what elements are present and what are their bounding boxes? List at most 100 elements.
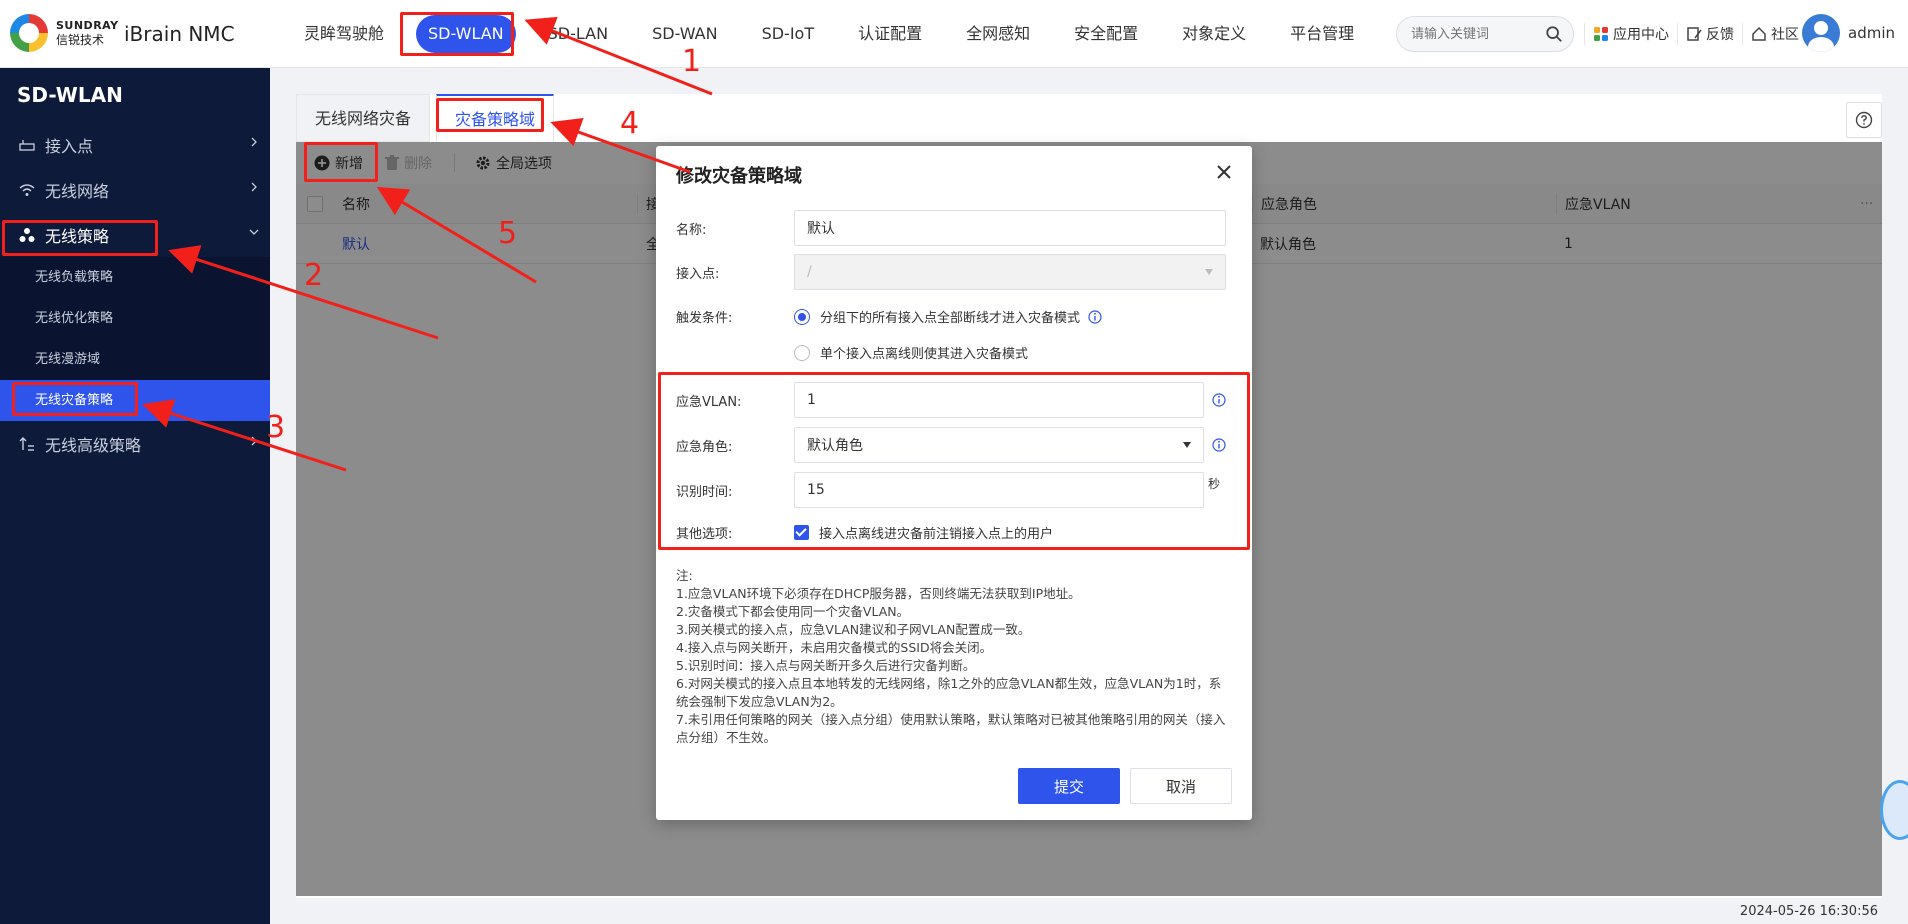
help-icon (1855, 111, 1873, 129)
advanced-icon (18, 435, 36, 453)
sidebar: SD-WLAN 接入点 无线网络 无线策略 无线负载策略 无线优化策略 无线漫游… (0, 68, 270, 924)
access-point-icon (18, 136, 36, 154)
sidebar-item-disaster-policy[interactable]: 无线灾备策略 (0, 380, 270, 421)
role-label: 应急角色: (676, 439, 733, 455)
cancel-button[interactable]: 取消 (1130, 768, 1232, 804)
time-label: 识别时间: (676, 484, 733, 500)
wifi-icon (18, 181, 36, 199)
sidebar-item-advanced-policy[interactable]: 无线高级策略 (0, 421, 270, 466)
time-unit: 秒 (1208, 476, 1221, 491)
nav-sd-wan[interactable]: SD-WAN (630, 0, 739, 68)
logo-mark-icon (10, 14, 48, 52)
user-menu[interactable]: admin (1802, 14, 1895, 52)
trigger-option-single[interactable]: 单个接入点离线则使其进入灾备模式 (794, 343, 1028, 362)
info-icon[interactable] (1088, 309, 1102, 324)
dialog-title: 修改灾备策略域 (676, 166, 802, 187)
feedback-link[interactable]: 反馈 (1677, 23, 1742, 45)
sidebar-item-roaming-domain[interactable]: 无线漫游域 (0, 339, 270, 380)
note-line: 6.对网关模式的接入点且本地转发的无线网络，除1之外的应急VLAN都生效，应急V… (676, 676, 1222, 709)
nav-auth-config[interactable]: 认证配置 (836, 0, 944, 68)
caret-down-icon (1205, 269, 1213, 275)
note-line: 3.网关模式的接入点，应急VLAN建议和子网VLAN配置成一致。 (676, 622, 1031, 637)
wireless-policy-submenu: 无线负载策略 无线优化策略 无线漫游域 无线灾备策略 (0, 257, 270, 421)
tab-bar: 无线网络灾备 灾备策略域 (296, 94, 560, 142)
nav-security-config[interactable]: 安全配置 (1052, 0, 1160, 68)
vlan-row: 应急VLAN: 1 (676, 382, 1226, 418)
brand-cn: 信锐技术 (56, 33, 105, 47)
role-row: 应急角色: 默认角色 (676, 427, 1226, 463)
chevron-right-icon (251, 137, 257, 147)
sidebar-item-optimize-policy[interactable]: 无线优化策略 (0, 298, 270, 339)
nav-platform-management[interactable]: 平台管理 (1268, 0, 1376, 68)
search-box (1396, 16, 1574, 52)
nav-sd-wlan[interactable]: SD-WLAN (406, 0, 526, 68)
top-header: SUNDRAY 信锐技术 iBrain NMC 灵眸驾驶舱 SD-WLAN SD… (0, 0, 1908, 68)
note-line: 7.未引用任何策略的网关（接入点分组）使用默认策略，默认策略对已被其他策略引用的… (676, 712, 1226, 745)
note-line: 1.应急VLAN环境下必须存在DHCP服务器，否则终端无法获取到IP地址。 (676, 586, 1081, 601)
sidebar-item-wireless-network[interactable]: 无线网络 (0, 167, 270, 212)
note-line: 2.灾备模式下都会使用同一个灾备VLAN。 (676, 604, 910, 619)
radio-all-offline[interactable] (794, 308, 810, 325)
ap-label: 接入点: (676, 266, 720, 282)
edit-disaster-domain-dialog: 修改灾备策略域 名称: 默认 接入点: / 触发条件: 分组下的所有接入点全部断… (656, 146, 1252, 820)
nav-object-definition[interactable]: 对象定义 (1160, 0, 1268, 68)
home-icon (1752, 26, 1766, 41)
product-name: iBrain NMC (124, 22, 235, 46)
nav-network-awareness[interactable]: 全网感知 (944, 0, 1052, 68)
timestamp: 2024-05-26 16:30:56 (1739, 904, 1878, 919)
name-row: 名称: 默认 (676, 210, 1226, 246)
name-field[interactable]: 默认 (794, 210, 1226, 246)
help-button[interactable] (1846, 102, 1882, 138)
brand-logo[interactable]: SUNDRAY 信锐技术 (10, 14, 119, 52)
community-link[interactable]: 社区 (1742, 23, 1807, 45)
submit-button[interactable]: 提交 (1018, 768, 1120, 804)
sidebar-item-access-point[interactable]: 接入点 (0, 122, 270, 167)
ap-row: 接入点: / (676, 254, 1226, 290)
nav-sd-iot[interactable]: SD-IoT (740, 0, 837, 68)
avatar (1802, 14, 1840, 52)
sidebar-item-wireless-policy[interactable]: 无线策略 (0, 212, 270, 257)
logout-users-option[interactable]: 接入点离线进灾备前注销接入点上的用户 (794, 523, 1053, 542)
time-row: 识别时间: 15 秒 (676, 472, 1220, 508)
feedback-icon (1687, 27, 1702, 41)
trigger-row: 触发条件: 分组下的所有接入点全部断线才进入灾备模式 (676, 307, 1102, 326)
brand-en: SUNDRAY (56, 19, 119, 32)
info-icon[interactable] (1212, 438, 1226, 452)
note-line: 4.接入点与网关断开，未启用灾备模式的SSID将会关闭。 (676, 640, 993, 655)
other-row: 其他选项: 接入点离线进灾备前注销接入点上的用户 (676, 523, 1053, 542)
nav-cockpit[interactable]: 灵眸驾驶舱 (282, 0, 406, 68)
name-label: 名称: (676, 222, 707, 238)
other-label: 其他选项: (676, 527, 733, 542)
trigger-label: 触发条件: (676, 311, 733, 326)
top-tools: 应用中心 反馈 社区 (1584, 0, 1807, 68)
tab-disaster-domain[interactable]: 灾备策略域 (436, 94, 555, 142)
trigger-option-single-row: 单个接入点离线则使其进入灾备模式 (794, 343, 1028, 362)
chevron-right-icon (251, 436, 257, 446)
user-name: admin (1848, 24, 1895, 42)
sidebar-item-load-policy[interactable]: 无线负载策略 (0, 257, 270, 298)
top-nav: 灵眸驾驶舱 SD-WLAN SD-LAN SD-WAN SD-IoT 认证配置 … (282, 0, 1376, 68)
tab-wireless-disaster[interactable]: 无线网络灾备 (296, 94, 431, 142)
detect-time-input[interactable]: 15 (794, 472, 1204, 508)
trigger-option-all[interactable]: 分组下的所有接入点全部断线才进入灾备模式 (794, 307, 1102, 326)
close-icon[interactable] (1214, 162, 1234, 182)
chevron-down-icon (249, 229, 259, 235)
note-line: 5.识别时间：接入点与网关断开多久后进行灾备判断。 (676, 658, 976, 673)
radio-single-offline[interactable] (794, 344, 810, 361)
policy-icon (18, 226, 36, 244)
search-icon[interactable] (1545, 25, 1563, 43)
emergency-vlan-input[interactable]: 1 (794, 382, 1204, 418)
emergency-role-select[interactable]: 默认角色 (794, 427, 1204, 463)
info-icon[interactable] (1212, 393, 1226, 407)
note-line: 注: (676, 568, 693, 583)
app-center-link[interactable]: 应用中心 (1584, 23, 1677, 45)
chevron-right-icon (251, 182, 257, 192)
nav-sd-lan[interactable]: SD-LAN (526, 0, 630, 68)
logout-users-checkbox[interactable] (794, 525, 809, 540)
search-input[interactable] (1397, 17, 1537, 51)
notes-section: 注: 1.应急VLAN环境下必须存在DHCP服务器，否则终端无法获取到IP地址。… (676, 567, 1232, 747)
ap-select: / (794, 254, 1226, 290)
sidebar-title: SD-WLAN (17, 83, 123, 107)
caret-down-icon (1183, 442, 1191, 448)
app-grid-icon (1594, 27, 1608, 41)
